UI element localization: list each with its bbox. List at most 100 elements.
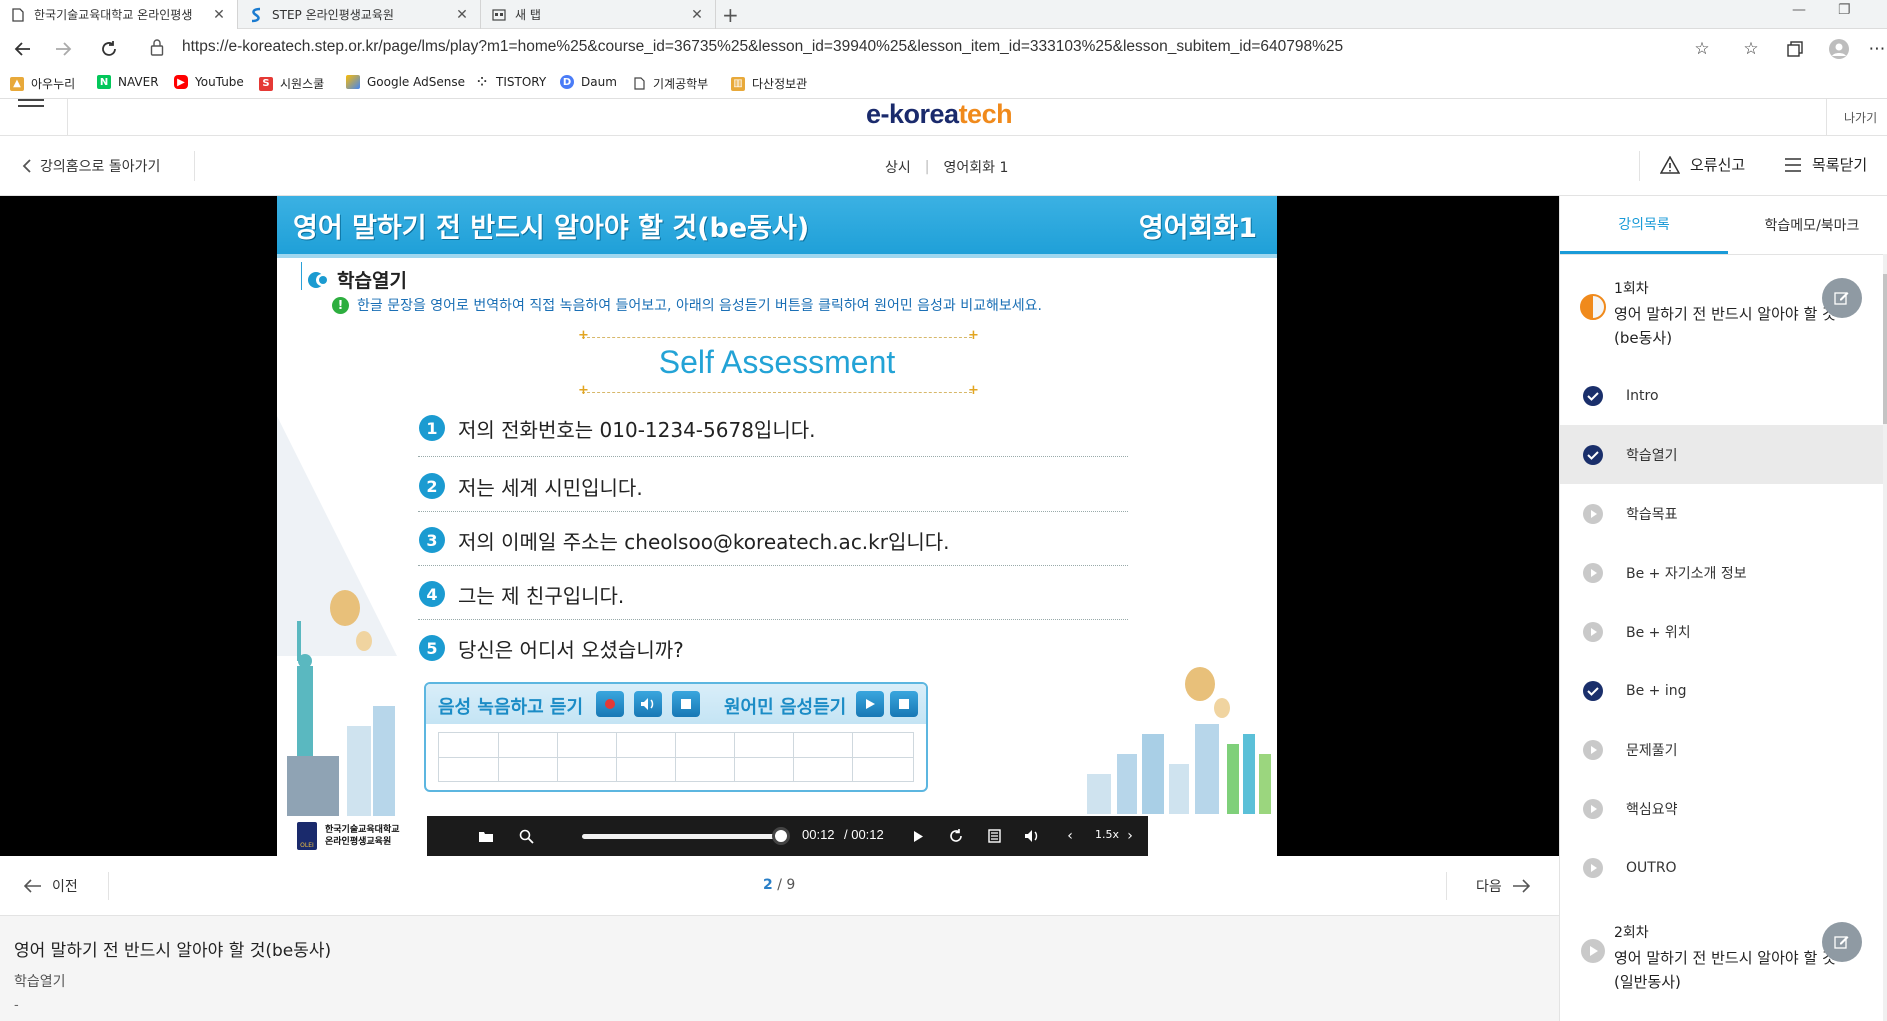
edit-icon [1834,292,1849,305]
back-arrow-icon[interactable] [10,37,34,61]
video-player[interactable]: 영어 말하기 전 반드시 알아야 할 것(be동사) 영어회화1 학습열기 ! … [0,196,1559,856]
page-icon [632,77,646,91]
stop-recording-button[interactable] [672,691,700,717]
seek-bar[interactable] [582,834,782,839]
new-tab-page-icon [491,7,507,23]
lesson-pager: 이전 2 / 9 다음 [0,856,1559,916]
lesson-item[interactable]: OUTRO [1560,838,1884,897]
prev-button[interactable]: 이전 [24,876,78,896]
tab-title: 한국기술교육대학교 온라인평생 [34,8,193,22]
profile-avatar-icon[interactable] [1828,38,1850,60]
play-recording-button[interactable] [634,691,662,717]
forward-arrow-icon[interactable] [52,37,76,61]
play-icon[interactable] [907,826,929,846]
bookmark-naver[interactable]: N NAVER [97,75,159,89]
lecture-slide: 영어 말하기 전 반드시 알아야 할 것(be동사) 영어회화1 학습열기 ! … [277,196,1277,816]
lesson-item[interactable]: 학습열기 [1560,425,1884,484]
search-icon[interactable] [515,826,537,846]
tab-lesson-list[interactable]: 강의목록 [1560,196,1728,254]
volume-icon[interactable] [1021,826,1043,846]
bookmark-youtube[interactable]: ▶ YouTube [174,75,244,89]
hamburger-menu-icon[interactable] [18,99,44,113]
lesson-1[interactable]: 1회차 영어 말하기 전 반드시 알아야 할 것(be동사) [1560,266,1884,366]
bookmark-daum[interactable]: D Daum [560,75,617,89]
bookmark-mech[interactable]: 기계공학부 [632,75,708,92]
lock-icon[interactable] [150,38,164,60]
restore-icon[interactable]: ❐ [1838,2,1851,18]
close-icon[interactable]: ✕ [689,7,705,23]
back-to-course-home-link[interactable]: 강의홈으로 돌아가기 [22,156,160,176]
bookmark-dasan[interactable]: ▥ 다산정보관 [731,75,807,92]
warning-icon [1660,155,1680,174]
city-skyline-illustration [1087,724,1271,814]
lesson-item[interactable]: 학습목표 [1560,484,1884,543]
lesson-item[interactable]: Be + 자기소개 정보 [1560,543,1884,602]
favorites-icon[interactable]: ☆ [1740,38,1762,60]
browser-tab-new[interactable]: 새 탭 ✕ [481,0,716,29]
speed-down-chevron-icon[interactable]: ‹ [1059,826,1081,846]
sparkle-icon: + [968,328,979,343]
grid-line [439,757,913,758]
star-icon[interactable]: ☆ [1691,38,1713,60]
lesson-info: 영어 말하기 전 반드시 알아야 할 것(be동사) 학습열기 - [0,916,1559,1021]
folder-icon[interactable] [475,826,497,846]
collections-icon[interactable] [1784,38,1806,60]
record-button[interactable] [596,691,624,717]
panel-scrollbar[interactable] [1883,254,1887,1021]
close-icon[interactable]: ✕ [211,7,227,23]
bookmark-tistory[interactable]: ⁘ TISTORY [475,75,546,89]
lesson-info-subtitle: 학습열기 [14,974,66,990]
error-report-label: 오류신고 [1690,156,1746,174]
lesson-item[interactable]: Be + ing [1560,661,1884,720]
exit-button[interactable]: 나가기 [1844,109,1877,126]
url-field[interactable]: https://e-koreatech.step.or.kr/page/lms/… [182,38,1343,56]
breadcrumb: 상시 | 영어회화 1 [885,157,1008,177]
replay-icon[interactable] [945,826,967,846]
play-native-button[interactable] [856,691,884,717]
recording-panel: 음성 녹음하고 듣기 원어민 음성듣기 [424,682,928,792]
bookmark-siwon[interactable]: S 시원스쿨 [259,75,324,92]
lesson-item[interactable]: 핵심요약 [1560,779,1884,838]
list-icon [1785,157,1801,172]
memo-button[interactable] [1822,278,1862,318]
lesson-item[interactable]: Be + 위치 [1560,602,1884,661]
close-icon[interactable]: ✕ [454,7,470,23]
scroll-thumb[interactable] [1883,274,1887,424]
logo-text: e-korea [866,99,959,129]
seek-handle[interactable] [772,827,790,845]
lesson-subheader: 강의홈으로 돌아가기 상시 | 영어회화 1 오류신고 목록닫기 [0,136,1887,196]
lesson-title: 영어 말하기 전 반드시 알아야 할 것(be동사) [1614,305,1836,347]
divider [418,456,1128,457]
play-circle-icon [1583,798,1603,819]
memo-button[interactable] [1822,922,1862,962]
minimize-icon[interactable]: — [1792,2,1806,18]
question-number: 5 [419,635,445,661]
divider [1826,99,1827,136]
new-tab-plus-icon[interactable]: + [722,3,739,27]
speed-up-chevron-icon[interactable]: › [1119,826,1141,846]
lesson-2[interactable]: 2회차 영어 말하기 전 반드시 알아야 할 것(일반동사) [1560,910,1884,1010]
daum-icon: D [560,75,574,89]
browser-tab-step[interactable]: STEP 온라인평생교육원 ✕ [238,0,481,29]
play-circle-icon [1583,621,1603,642]
library-icon: ▥ [731,76,745,91]
bookmark-auri[interactable]: ▲ 아우누리 [10,75,75,92]
next-button[interactable]: 다음 [1476,876,1530,896]
bookmark-adsense[interactable]: Google AdSense [346,75,465,89]
lesson-item[interactable]: Intro [1560,366,1884,425]
site-logo[interactable]: e-koreatech [866,99,1013,130]
close-list-button[interactable]: 목록닫기 [1784,154,1867,175]
playlist-icon[interactable] [983,826,1005,846]
error-report-button[interactable]: 오류신고 [1660,154,1745,175]
reload-icon[interactable] [97,37,121,61]
more-menu-icon[interactable]: ⋯ [1866,38,1887,60]
lesson-item[interactable]: 문제풀기 [1560,720,1884,779]
stop-native-button[interactable] [890,691,918,717]
play-circle-icon [1583,857,1603,878]
browser-tab-koreatech[interactable]: 한국기술교육대학교 온라인평생 ✕ [0,0,238,29]
lesson-number: 2회차 [1614,925,1649,941]
question-number: 4 [419,581,445,607]
divider [1639,151,1640,181]
tab-memo-bookmark[interactable]: 학습메모/북마크 [1728,196,1887,254]
control-bar-spacer [1148,816,1277,856]
